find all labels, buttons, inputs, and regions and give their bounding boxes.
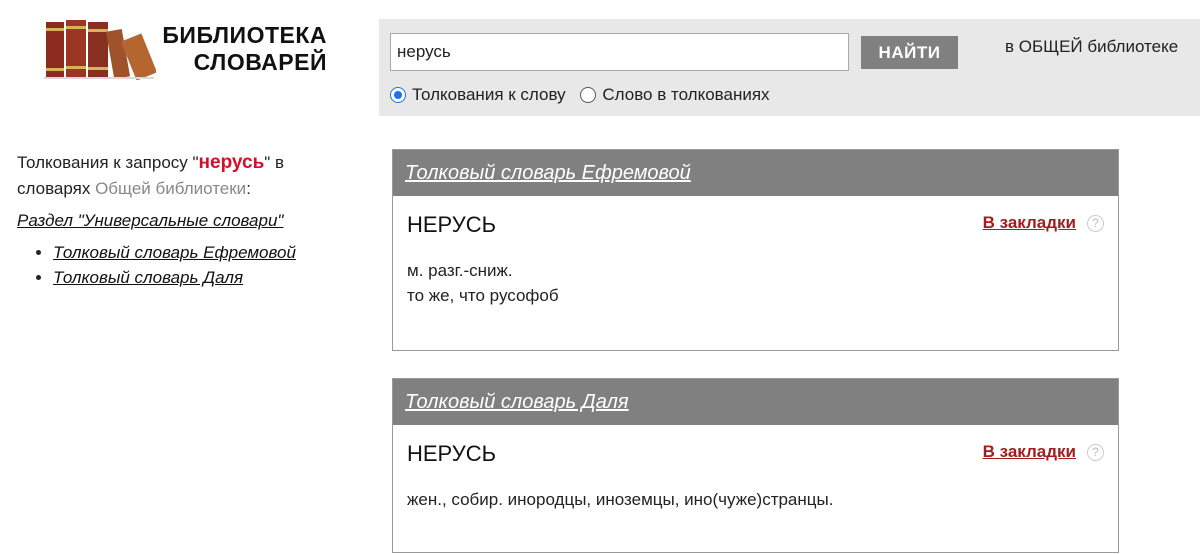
option-label: Толкования к слову	[412, 85, 566, 104]
list-item: Толковый словарь Ефремовой	[53, 240, 347, 265]
option-definitions-of-word[interactable]: Толкования к слову	[390, 85, 566, 105]
dictionary-link-dal[interactable]: Толковый словарь Даля	[53, 268, 243, 287]
dictionary-link-efremova[interactable]: Толковый словарь Ефремовой	[53, 243, 296, 262]
card-body: НЕРУСЬ В закладки ? м. разг.-сниж. то же…	[393, 196, 1118, 322]
result-card: Толковый словарь Ефремовой НЕРУСЬ В закл…	[392, 149, 1119, 351]
bookmark-link[interactable]: В закладки	[983, 213, 1076, 233]
definition-line: м. разг.-сниж.	[407, 261, 513, 280]
definition: м. разг.-сниж. то же, что русофоб	[407, 258, 1104, 308]
bookmark-link[interactable]: В закладки	[983, 442, 1076, 462]
card-body: НЕРУСЬ В закладки ? жен., собир. инородц…	[393, 425, 1118, 526]
logo-line-2: СЛОВАРЕЙ	[193, 49, 327, 75]
site-logo[interactable]: БИБЛИОТЕКА СЛОВАРЕЙ	[44, 16, 344, 82]
definition-line: жен., собир. инородцы, иноземцы, ино(чуж…	[407, 490, 834, 509]
logo-line-1: БИБЛИОТЕКА	[162, 22, 327, 48]
books-icon	[44, 20, 156, 80]
summary-suffix: :	[246, 179, 251, 198]
search-button[interactable]: НАЙТИ	[861, 36, 958, 69]
definition: жен., собир. инородцы, иноземцы, ино(чуж…	[407, 487, 1104, 512]
dictionary-title-link[interactable]: Толковый словарь Даля	[405, 391, 629, 414]
search-scope: в ОБЩЕЙ библиотеке	[1005, 37, 1179, 56]
search-panel: НАЙТИ в ОБЩЕЙ библиотеке Толкования к сл…	[379, 19, 1200, 116]
radio-checked-icon[interactable]	[390, 87, 406, 103]
general-library-link[interactable]: Общей библиотеки	[95, 179, 246, 198]
query-summary: Толкования к запросу "нерусь" в словарях…	[17, 150, 347, 202]
card-header: Толковый словарь Даля	[393, 379, 1118, 425]
help-icon[interactable]: ?	[1087, 215, 1104, 232]
query-word: нерусь	[198, 152, 265, 173]
dictionary-list: Толковый словарь Ефремовой Толковый слов…	[17, 240, 347, 290]
logo-title: БИБЛИОТЕКА СЛОВАРЕЙ	[162, 22, 327, 76]
search-mode-options: Толкования к слову Слово в толкованиях	[390, 85, 780, 108]
section-universal-dictionaries-link[interactable]: Раздел "Универсальные словари"	[17, 208, 347, 234]
sidebar: Толкования к запросу "нерусь" в словарях…	[17, 150, 347, 290]
option-word-in-definitions[interactable]: Слово в толкованиях	[580, 85, 770, 105]
result-card: Толковый словарь Даля НЕРУСЬ В закладки …	[392, 378, 1119, 553]
help-icon[interactable]: ?	[1087, 444, 1104, 461]
card-header: Толковый словарь Ефремовой	[393, 150, 1118, 196]
dictionary-title-link[interactable]: Толковый словарь Ефремовой	[405, 162, 691, 185]
option-label: Слово в толкованиях	[602, 85, 770, 104]
definition-line: то же, что русофоб	[407, 286, 559, 305]
radio-unchecked-icon[interactable]	[580, 87, 597, 103]
search-input[interactable]	[390, 33, 849, 71]
summary-prefix: Толкования к запросу "	[17, 153, 199, 172]
list-item: Толковый словарь Даля	[53, 265, 347, 290]
